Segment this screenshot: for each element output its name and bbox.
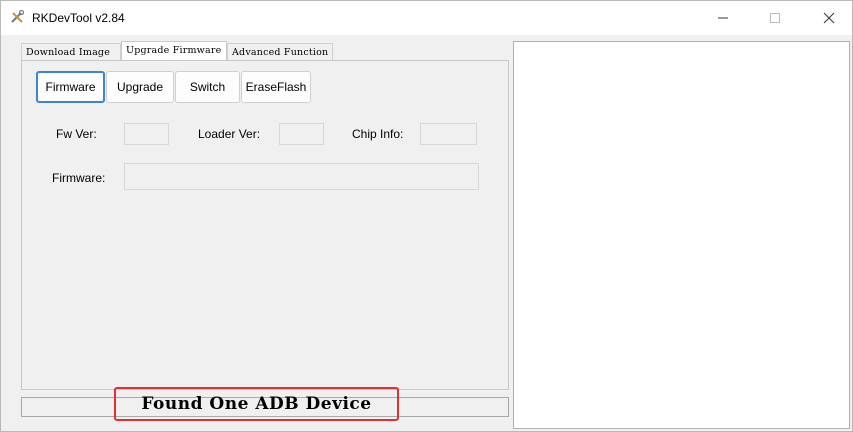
loader-ver-label: Loader Ver: <box>198 127 261 141</box>
log-output-pane[interactable] <box>513 41 850 429</box>
tab-download-image[interactable]: Download Image <box>21 43 121 61</box>
status-message: Found One ADB Device <box>114 387 399 421</box>
upgrade-button[interactable]: Upgrade <box>106 71 174 103</box>
maximize-icon <box>769 12 781 24</box>
fw-ver-label: Fw Ver: <box>56 127 97 141</box>
firmware-button[interactable]: Firmware <box>36 71 105 103</box>
chip-info-field <box>420 123 477 145</box>
maximize-button[interactable] <box>753 1 797 35</box>
left-pane: Download Image Upgrade Firmware Advanced… <box>9 41 511 429</box>
close-icon <box>823 12 835 24</box>
app-window: RKDevTool v2.84 Download Image Upgrade F… <box>0 0 853 432</box>
firmware-path-field <box>124 163 479 190</box>
tools-icon <box>9 9 25 25</box>
title-bar[interactable]: RKDevTool v2.84 <box>1 1 852 35</box>
upgrade-firmware-panel: Firmware Upgrade Switch EraseFlash Fw Ve… <box>21 60 509 390</box>
minimize-button[interactable] <box>701 1 745 35</box>
erase-flash-button[interactable]: EraseFlash <box>241 71 311 103</box>
fw-ver-field <box>124 123 169 145</box>
firmware-path-label: Firmware: <box>52 171 106 185</box>
switch-button[interactable]: Switch <box>175 71 240 103</box>
window-title: RKDevTool v2.84 <box>32 11 125 25</box>
tab-advanced-function[interactable]: Advanced Function <box>227 43 333 61</box>
minimize-icon <box>717 12 729 24</box>
loader-ver-field <box>279 123 324 145</box>
chip-info-label: Chip Info: <box>352 127 404 141</box>
tab-upgrade-firmware[interactable]: Upgrade Firmware <box>121 41 227 61</box>
close-button[interactable] <box>807 1 851 35</box>
